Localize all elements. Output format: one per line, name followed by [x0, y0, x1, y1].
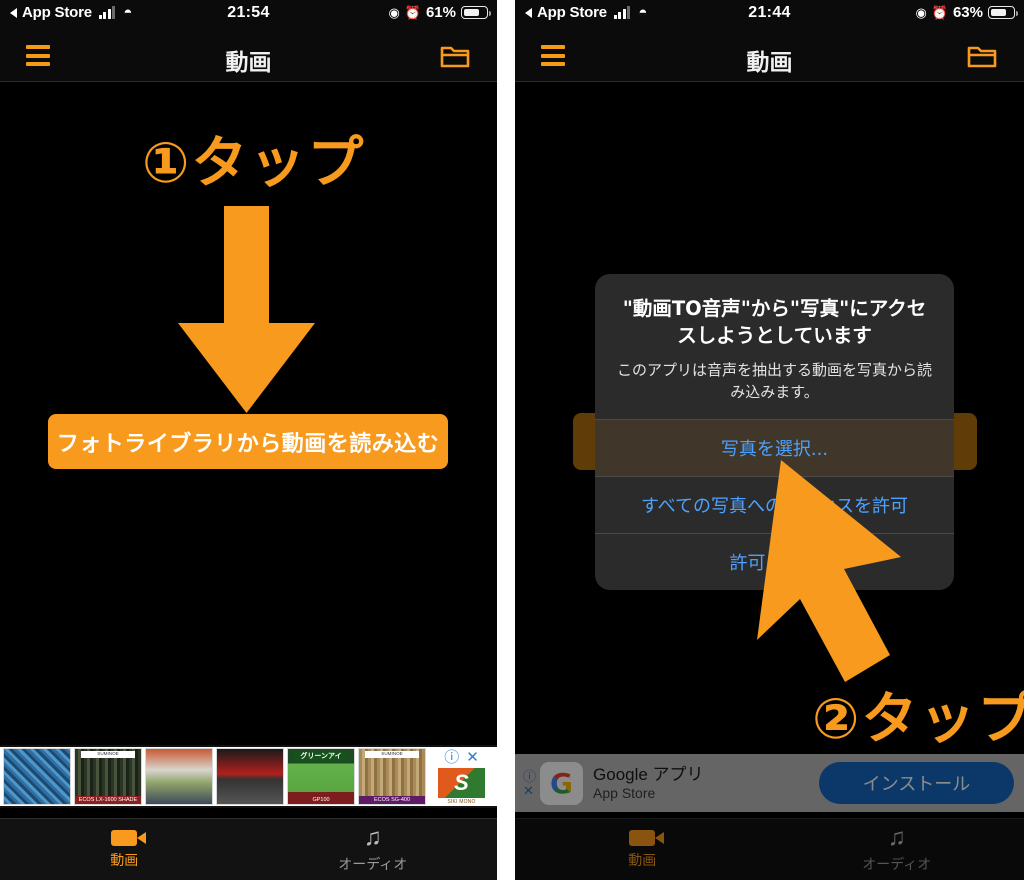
tab-video-label: 動画	[110, 851, 139, 868]
ad-controls: ⓘ ✕	[523, 770, 536, 797]
ad-brand-mark: S	[438, 768, 485, 798]
battery-percent: 63%	[952, 4, 983, 21]
ad-thumbnail-top-label: SUMINOE	[365, 751, 419, 758]
step-2-annotation-label: ②タップ	[812, 687, 1024, 752]
location-arrow-icon: ◉	[388, 5, 400, 20]
phone-screen-right: App Store ◓ 21:44 ◉ ⏰ 63% 動画 "動画TO音声"から"…	[515, 0, 1024, 880]
tab-bar: 動画 ♫ オーディオ	[0, 818, 497, 880]
music-note-icon: ♫	[887, 823, 906, 851]
status-bar: App Store ◓ 21:54 ◉ ⏰ 61%	[0, 0, 497, 30]
page-title: 動画	[225, 49, 272, 75]
ad-thumbnail[interactable]	[3, 748, 71, 805]
info-icon[interactable]: ⓘ	[523, 770, 536, 783]
cursor-arrow-icon	[705, 460, 915, 700]
tab-audio-label: オーディオ	[338, 855, 408, 872]
ad-brand-name: SIKI MONO	[447, 799, 476, 805]
folder-icon[interactable]	[439, 42, 471, 70]
tab-video[interactable]: 動画	[0, 819, 249, 880]
load-video-from-photo-library-button[interactable]: フォトライブラリから動画を読み込む	[48, 414, 448, 469]
location-arrow-icon: ◉	[915, 5, 927, 20]
folder-icon[interactable]	[966, 42, 998, 70]
ad-thumbnail[interactable]	[145, 748, 213, 805]
google-g-icon: G	[540, 761, 584, 805]
battery-icon	[988, 6, 1019, 19]
tab-bar: 動画 ♫ オーディオ	[515, 818, 1024, 880]
google-ad-banner[interactable]: ⓘ ✕ G Google アプリ App Store インストール	[515, 754, 1024, 812]
close-x-icon[interactable]: ✕	[466, 750, 479, 765]
tab-video[interactable]: 動画	[515, 819, 770, 880]
video-camera-icon	[111, 829, 147, 846]
tab-audio-label: オーディオ	[862, 855, 932, 872]
navigation-bar: 動画	[0, 30, 497, 82]
ad-thumbnail-top-label: グリーンアイ	[294, 752, 348, 762]
down-arrow-icon	[178, 206, 315, 418]
dialog-header: "動画TO音声"から"写真"にアクセスしようとしています このアプリは音声を抽出…	[595, 274, 954, 419]
battery-icon	[461, 6, 492, 19]
google-g-letter: G	[550, 766, 573, 800]
tab-video-label: 動画	[628, 851, 657, 868]
dialog-message: このアプリは音声を抽出する動画を写真から読み込みます。	[617, 360, 933, 401]
screen-content: ①タップ フォトライブラリから動画を読み込む SUMINOE ECOS LX-1…	[0, 83, 497, 880]
ad-thumbnail-caption: GP100	[288, 795, 354, 804]
ad-controls: ⓘ ✕ S SIKI MONO	[429, 748, 494, 805]
battery-percent: 61%	[425, 4, 456, 21]
ad-text-block: Google アプリ App Store	[593, 764, 704, 803]
tab-audio[interactable]: ♫ オーディオ	[249, 819, 498, 880]
ad-thumbnail[interactable]: SUMINOE ECOS LX-1600 SHADE	[74, 748, 142, 805]
ad-thumbnail-caption: ECOS SG-400	[359, 795, 425, 804]
ad-thumbnail[interactable]	[216, 748, 284, 805]
navigation-bar: 動画	[515, 30, 1024, 82]
phone-screen-left: App Store ◓ 21:54 ◉ ⏰ 61% 動画 ①タップ フォトライブ…	[0, 0, 497, 880]
status-bar-right: ◉ ⏰ 61%	[388, 4, 492, 21]
status-bar-right: ◉ ⏰ 63%	[915, 4, 1019, 21]
ad-thumbnail-caption: ECOS LX-1600 SHADE	[75, 795, 141, 804]
page-title: 動画	[746, 49, 793, 75]
dialog-title: "動画TO音声"から"写真"にアクセスしようとしています	[622, 297, 927, 347]
screenshot-stage: App Store ◓ 21:54 ◉ ⏰ 61% 動画 ①タップ フォトライブ…	[0, 0, 1024, 880]
tab-audio[interactable]: ♫ オーディオ	[770, 819, 1024, 880]
ad-title: Google アプリ	[593, 764, 704, 784]
status-bar: App Store ◓ 21:44 ◉ ⏰ 63%	[515, 0, 1024, 30]
close-x-icon[interactable]: ✕	[523, 784, 536, 797]
alarm-clock-icon: ⏰	[931, 5, 948, 20]
ad-banner[interactable]: SUMINOE ECOS LX-1600 SHADE グリーンアイ GP100 …	[0, 745, 497, 808]
ad-install-button[interactable]: インストール	[819, 762, 1014, 804]
ad-thumbnail[interactable]: グリーンアイ GP100	[287, 748, 355, 805]
ad-subtitle: App Store	[593, 784, 656, 801]
ad-thumbnail[interactable]: SUMINOE ECOS SG-400	[358, 748, 426, 805]
video-camera-icon	[629, 829, 665, 846]
ad-thumbnail-top-label: SUMINOE	[81, 751, 135, 758]
info-icon[interactable]: ⓘ	[444, 750, 459, 765]
screen-content: "動画TO音声"から"写真"にアクセスしようとしています このアプリは音声を抽出…	[515, 83, 1024, 880]
music-note-icon: ♫	[363, 823, 382, 851]
step-1-annotation-label: ①タップ	[142, 131, 366, 196]
alarm-clock-icon: ⏰	[404, 5, 421, 20]
